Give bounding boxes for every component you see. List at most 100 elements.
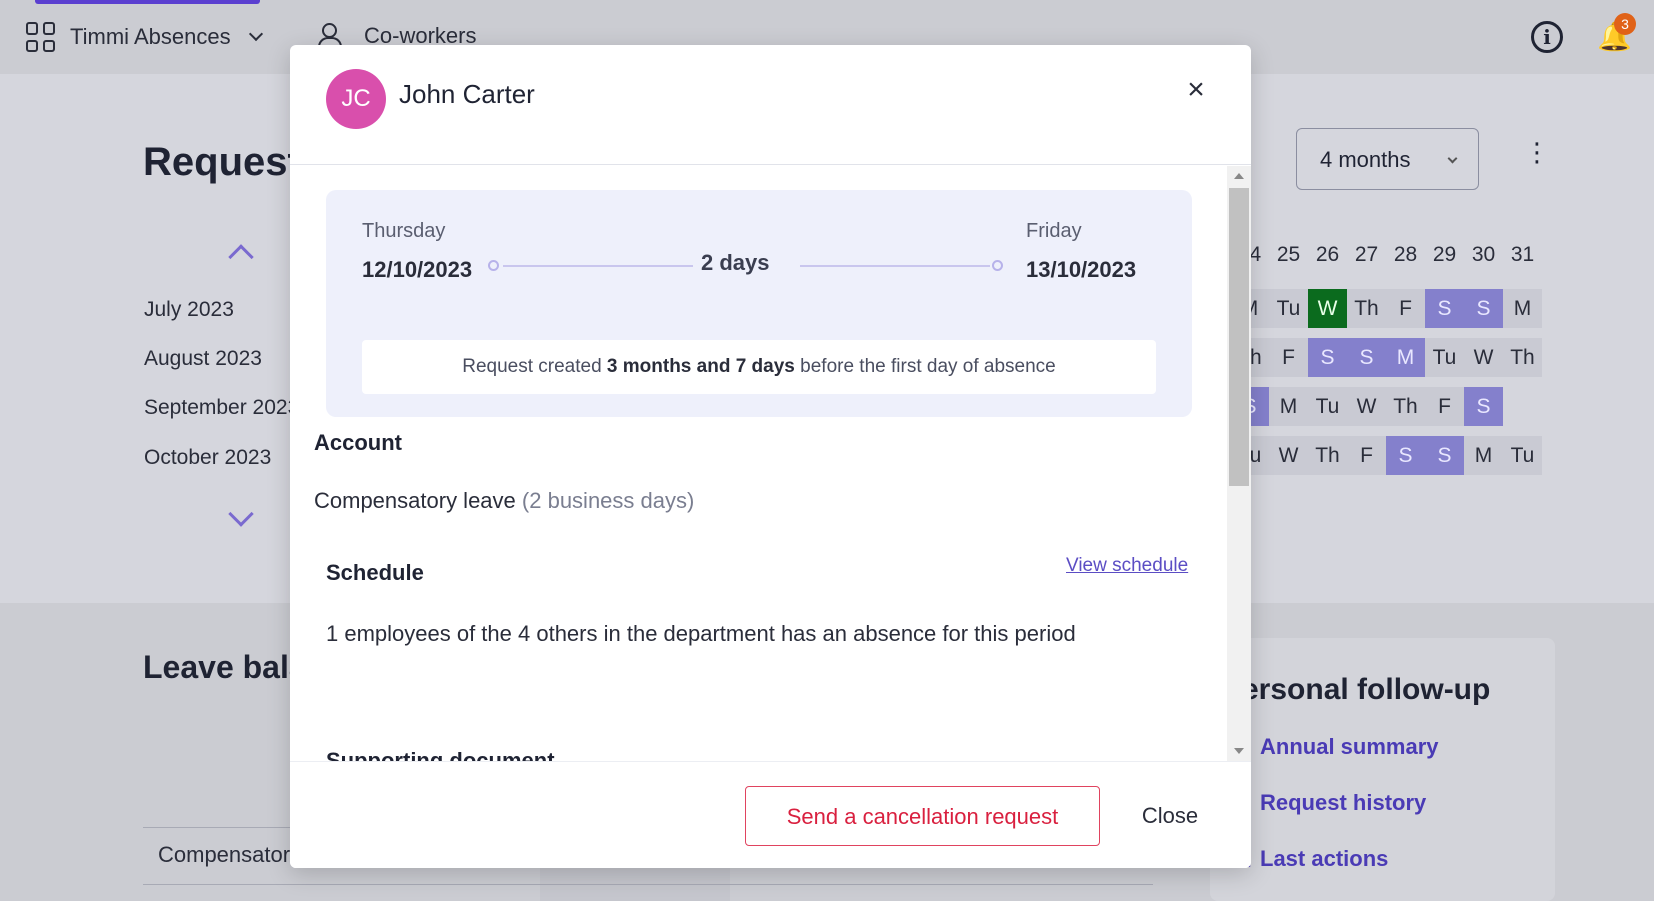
end-date: 13/10/2023	[1026, 257, 1137, 282]
calendar-cell-holiday[interactable]: M	[1386, 338, 1425, 377]
leave-type: Compensatory leave (2 business days)	[314, 488, 694, 514]
calendar-cell[interactable]: M	[1464, 436, 1503, 475]
start-date: 12/10/2023	[362, 257, 473, 282]
calendar-row: Th F S S M Tu W Th	[1230, 338, 1542, 377]
info-icon[interactable]: i	[1531, 21, 1563, 53]
chevron-down-icon	[248, 26, 263, 42]
app-switcher[interactable]: Timmi Absences	[26, 22, 263, 52]
request-details-dialog: JC John Carter × Thursday 12/10/2023 2 d…	[290, 45, 1251, 868]
timeline-end-dot	[992, 260, 1003, 271]
calendar-day-number: 29	[1432, 243, 1457, 266]
calendar-cell-weekend[interactable]: S	[1386, 436, 1425, 475]
month-item[interactable]: September 2023	[144, 396, 299, 420]
calendar-cell[interactable]: Th	[1308, 436, 1347, 475]
calendar-cell-weekend[interactable]: S	[1347, 338, 1386, 377]
calendar-cell[interactable]: Tu	[1503, 436, 1542, 475]
calendar-cell[interactable]: F	[1347, 436, 1386, 475]
dialog-scrollbar[interactable]	[1227, 166, 1251, 761]
created-suffix: before the first day of absence	[794, 356, 1056, 377]
calendar-cell[interactable]: M	[1503, 289, 1542, 328]
calendar-cell[interactable]: F	[1386, 289, 1425, 328]
calendar-day-number: 25	[1276, 243, 1301, 266]
duration: 2 days	[701, 250, 770, 275]
chevron-up-icon[interactable]	[228, 244, 254, 270]
personal-followup-card: ersonal follow-up › Annual summary • Req…	[1210, 638, 1555, 901]
calendar-cell[interactable]: Th	[1386, 387, 1425, 426]
apps-grid-icon	[26, 22, 56, 52]
timeline-line	[800, 265, 990, 267]
page-title: Request	[143, 140, 301, 184]
calendar-cell[interactable]: W	[1269, 436, 1308, 475]
month-item[interactable]: July 2023	[144, 298, 234, 322]
calendar-cell[interactable]: W	[1347, 387, 1386, 426]
period-select-value: 4 months	[1320, 147, 1411, 172]
calendar-cell[interactable]: Tu	[1308, 387, 1347, 426]
chevron-down-icon[interactable]	[228, 501, 254, 527]
calendar-cell[interactable]: W	[1464, 338, 1503, 377]
calendar-cell[interactable]: Tu	[1425, 338, 1464, 377]
end-day-label: Friday	[1026, 220, 1082, 242]
calendar-cell-today[interactable]: W	[1308, 289, 1347, 328]
created-duration: 3 months and 7 days	[606, 356, 795, 377]
calendar-cell[interactable]: Tu	[1269, 289, 1308, 328]
last-actions-link[interactable]: Last actions	[1260, 846, 1388, 872]
calendar-cell-weekend[interactable]: S	[1464, 289, 1503, 328]
calendar-day-number: 30	[1471, 243, 1496, 266]
calendar-row: M Tu W Th F S S M	[1230, 289, 1542, 328]
request-history-link[interactable]: Request history	[1260, 790, 1426, 816]
view-schedule-link[interactable]: View schedule	[1066, 555, 1188, 577]
send-cancellation-request-button[interactable]: Send a cancellation request	[745, 786, 1100, 846]
month-item[interactable]: October 2023	[144, 446, 271, 470]
chevron-down-icon	[1447, 153, 1458, 164]
leave-balance-title: Leave bala	[143, 649, 307, 685]
scrollbar-thumb[interactable]	[1229, 188, 1249, 486]
timeline-start-dot	[488, 260, 499, 271]
leave-balance-row-label: Compensator	[158, 842, 291, 867]
leave-type-name: Compensatory leave	[314, 488, 516, 513]
calendar-cell[interactable]: F	[1269, 338, 1308, 377]
schedule-label: Schedule	[326, 560, 424, 585]
divider	[143, 884, 1153, 885]
calendar-day-number: 26	[1315, 243, 1340, 266]
followup-title: ersonal follow-up	[1242, 673, 1491, 706]
calendar-cell[interactable]: M	[1269, 387, 1308, 426]
supporting-document-label: Supporting document	[326, 748, 555, 761]
dialog-footer: Send a cancellation request Close	[290, 761, 1251, 868]
account-label: Account	[314, 430, 402, 455]
calendar-cell-weekend[interactable]: S	[1308, 338, 1347, 377]
close-icon[interactable]: ×	[1181, 75, 1211, 105]
dialog-header: JC John Carter ×	[290, 45, 1251, 165]
calendar-cell[interactable]: F	[1425, 387, 1464, 426]
calendar-cell-weekend[interactable]: S	[1464, 387, 1503, 426]
calendar-day-number: 31	[1510, 243, 1535, 266]
calendar-cell-weekend[interactable]: S	[1425, 289, 1464, 328]
month-item[interactable]: August 2023	[144, 347, 262, 371]
calendar-day-number: 28	[1393, 243, 1418, 266]
avatar: JC	[326, 69, 386, 129]
created-prefix: Request created	[462, 356, 607, 377]
annual-summary-link[interactable]: Annual summary	[1260, 734, 1439, 760]
dialog-body[interactable]: Thursday 12/10/2023 2 days Friday 13/10/…	[290, 166, 1251, 761]
absence-dates-card: Thursday 12/10/2023 2 days Friday 13/10/…	[326, 190, 1192, 417]
calendar-row: Tu W Th F S S M Tu	[1230, 436, 1542, 475]
calendar-day-numbers: 24 25 26 27 28 29 30 31	[1230, 243, 1542, 267]
notification-badge: 3	[1614, 13, 1636, 35]
scroll-down-arrow-icon[interactable]	[1234, 748, 1244, 754]
active-app-indicator	[35, 0, 260, 4]
request-created-info: Request created 3 months and 7 days befo…	[362, 340, 1156, 394]
calendar-cell-weekend[interactable]: S	[1425, 436, 1464, 475]
more-options-icon[interactable]: ⋮	[1524, 139, 1550, 165]
calendar-cell[interactable]: Th	[1503, 338, 1542, 377]
scroll-up-arrow-icon[interactable]	[1234, 173, 1244, 179]
schedule-summary: 1 employees of the 4 others in the depar…	[326, 621, 1076, 646]
leave-days: (2 business days)	[521, 488, 695, 513]
person-name: John Carter	[399, 79, 535, 109]
app-name: Timmi Absences	[70, 24, 231, 49]
calendar-day-number: 27	[1354, 243, 1379, 266]
start-day-label: Thursday	[362, 220, 446, 242]
calendar-cell[interactable]: Th	[1347, 289, 1386, 328]
timeline-line	[503, 265, 693, 267]
calendar-row: S M Tu W Th F S	[1230, 387, 1503, 426]
period-select[interactable]: 4 months	[1296, 128, 1479, 190]
close-button[interactable]: Close	[1126, 786, 1214, 846]
